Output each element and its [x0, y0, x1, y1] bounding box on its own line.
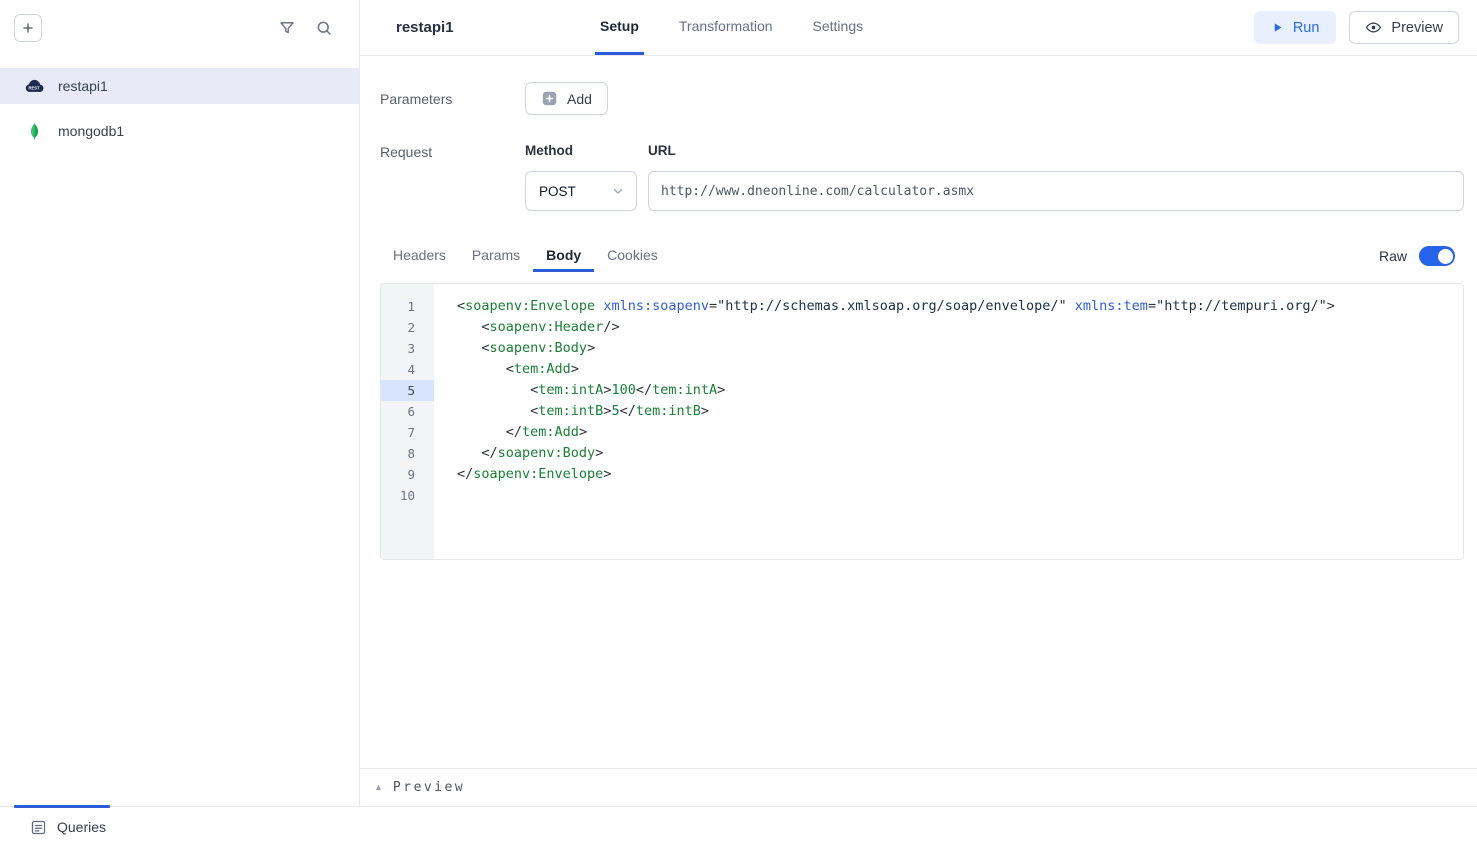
request-label: Request	[380, 143, 525, 160]
body-tabs-row: HeadersParamsBodyCookies Raw	[380, 241, 1464, 272]
filter-button[interactable]	[278, 19, 296, 37]
line-number: 8	[381, 443, 434, 464]
raw-toggle-group: Raw	[1379, 246, 1464, 272]
sidebar-header	[0, 0, 359, 56]
chevron-down-icon	[611, 184, 625, 198]
tab-transformation[interactable]: Transformation	[674, 0, 778, 55]
svg-text:REST: REST	[28, 85, 40, 90]
preview-button-label: Preview	[1391, 20, 1443, 36]
run-button[interactable]: Run	[1254, 11, 1337, 44]
tab-setup[interactable]: Setup	[595, 0, 644, 55]
sidebar-item-label: restapi1	[58, 78, 108, 94]
sidebar: REST restapi1 mongodb1	[0, 0, 360, 806]
method-label: Method	[525, 143, 637, 158]
code-line: <tem:Add>	[457, 359, 1463, 380]
plus-icon	[21, 21, 35, 35]
line-number: 10	[381, 485, 434, 506]
preview-panel-toggle[interactable]: ▲ Preview	[360, 768, 1477, 806]
body-tabs: HeadersParamsBodyCookies	[380, 241, 671, 272]
main-header: restapi1 Setup Transformation Settings Run…	[360, 0, 1477, 56]
sidebar-item-mongodb1[interactable]: mongodb1	[0, 113, 359, 149]
method-field: Method POST	[525, 143, 637, 211]
main-panel: restapi1 Setup Transformation Settings Run…	[360, 0, 1477, 806]
bottom-tab-bar: Queries	[0, 806, 1477, 847]
run-button-label: Run	[1293, 20, 1320, 36]
code-line: </soapenv:Body>	[457, 443, 1463, 464]
body-tab-body[interactable]: Body	[533, 241, 594, 272]
line-number: 6	[381, 401, 434, 422]
body-tab-params[interactable]: Params	[459, 241, 533, 272]
setup-content: Parameters Add Request Method POST	[360, 56, 1477, 768]
url-label: URL	[648, 143, 1464, 158]
mongodb-icon	[24, 121, 44, 141]
line-number: 2	[381, 317, 434, 338]
plus-square-icon	[541, 90, 558, 107]
line-number: 1	[381, 296, 434, 317]
preview-panel-label: Preview	[393, 780, 465, 795]
code-line: <tem:intA>100</tem:intA>	[457, 380, 1463, 401]
body-code-editor[interactable]: 12345678910 <soapenv:Envelope xmlns:soap…	[380, 283, 1464, 560]
code-line: </soapenv:Envelope>	[457, 464, 1463, 485]
code-line: <soapenv:Envelope xmlns:soapenv="http://…	[457, 296, 1463, 317]
filter-icon	[278, 19, 296, 37]
url-value: http://www.dneonline.com/calculator.asmx	[661, 184, 974, 199]
body-tab-cookies[interactable]: Cookies	[594, 241, 671, 272]
toggle-knob	[1438, 249, 1453, 264]
queries-tab[interactable]: Queries	[57, 819, 106, 835]
url-field: URL http://www.dneonline.com/calculator.…	[648, 143, 1464, 211]
raw-toggle[interactable]	[1419, 246, 1455, 266]
tab-settings[interactable]: Settings	[808, 0, 869, 55]
header-actions: Run Preview	[1254, 11, 1477, 44]
line-number: 3	[381, 338, 434, 359]
search-button[interactable]	[315, 19, 333, 37]
sidebar-tools	[278, 19, 333, 37]
code-line: <soapenv:Header/>	[457, 317, 1463, 338]
queries-icon	[30, 819, 47, 836]
sidebar-item-restapi1[interactable]: REST restapi1	[0, 68, 359, 104]
page-title: restapi1	[396, 19, 561, 36]
code-line: </tem:Add>	[457, 422, 1463, 443]
rest-api-icon: REST	[24, 76, 44, 96]
sidebar-item-label: mongodb1	[58, 123, 124, 139]
parameters-row: Parameters Add	[380, 82, 1464, 115]
url-input[interactable]: http://www.dneonline.com/calculator.asmx	[648, 171, 1464, 211]
editor-gutter: 12345678910	[381, 284, 434, 559]
line-number: 9	[381, 464, 434, 485]
method-select[interactable]: POST	[525, 171, 637, 211]
editor-code-area[interactable]: <soapenv:Envelope xmlns:soapenv="http://…	[434, 284, 1463, 559]
main-tabs: Setup Transformation Settings	[595, 0, 868, 55]
code-line: <tem:intB>5</tem:intB>	[457, 401, 1463, 422]
raw-label: Raw	[1379, 248, 1407, 264]
request-row: Request Method POST URL http	[380, 143, 1464, 211]
play-icon	[1271, 21, 1284, 34]
parameters-label: Parameters	[380, 91, 525, 107]
top-region: REST restapi1 mongodb1 restapi1 Setup Trans…	[0, 0, 1477, 806]
search-icon	[315, 19, 333, 37]
queries-bottom-bar	[0, 765, 359, 806]
body-tab-headers[interactable]: Headers	[380, 241, 459, 272]
add-parameter-label: Add	[567, 91, 592, 107]
sidebar-list: REST restapi1 mongodb1	[0, 56, 359, 765]
method-value: POST	[539, 184, 576, 199]
queries-tab-indicator	[14, 805, 110, 808]
request-fields: Method POST URL http://www.dneonline.com…	[525, 143, 1464, 211]
add-query-button[interactable]	[14, 14, 42, 42]
app-root: REST restapi1 mongodb1 restapi1 Setup Trans…	[0, 0, 1477, 847]
line-number: 7	[381, 422, 434, 443]
add-parameter-button[interactable]: Add	[525, 82, 608, 115]
line-number: 4	[381, 359, 434, 380]
code-line	[457, 485, 1463, 506]
code-line: <soapenv:Body>	[457, 338, 1463, 359]
eye-icon	[1365, 19, 1382, 36]
line-number: 5	[381, 380, 434, 401]
preview-button[interactable]: Preview	[1349, 11, 1459, 44]
caret-up-icon: ▲	[374, 783, 383, 792]
